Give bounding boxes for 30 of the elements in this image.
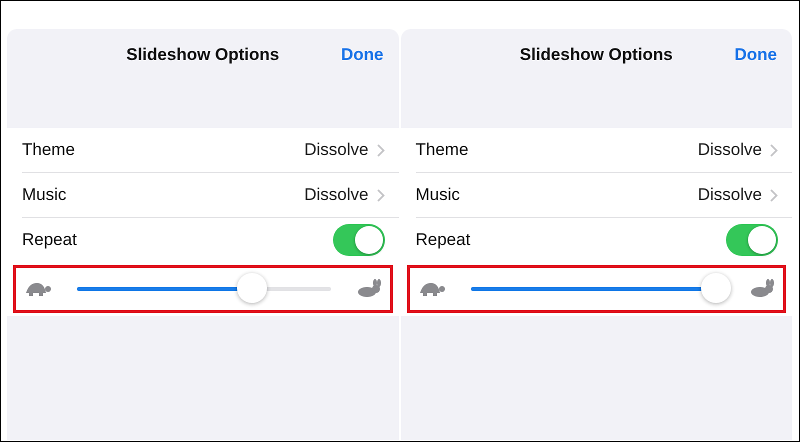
row-label: Theme	[22, 140, 76, 160]
row-value: Dissolve	[304, 185, 368, 205]
done-button[interactable]: Done	[734, 45, 777, 65]
turtle-icon	[24, 280, 52, 298]
rabbit-icon	[356, 279, 382, 299]
rabbit-icon	[749, 279, 775, 299]
row-value: Dissolve	[698, 140, 762, 160]
chevron-icon	[770, 188, 778, 202]
chevron-icon	[376, 144, 384, 156]
settings-row[interactable]: Music Dissolve	[22, 173, 398, 218]
row-label: Theme	[416, 140, 470, 160]
chevron-icon	[376, 188, 384, 202]
sheet-title: Slideshow Options	[126, 45, 280, 65]
turtle-icon	[418, 280, 446, 298]
row-label: Repeat	[416, 230, 472, 250]
row-label: Music	[22, 185, 68, 205]
slider-thumb[interactable]	[236, 273, 267, 303]
row-value: Dissolve	[698, 185, 762, 205]
toggle-switch[interactable]	[332, 224, 384, 256]
row-label: Music	[416, 185, 461, 205]
done-button[interactable]: Done	[341, 45, 384, 65]
chevron-icon	[770, 144, 778, 156]
settings-row[interactable]: Music Dissolve	[416, 173, 792, 218]
row-value: Dissolve	[304, 140, 368, 160]
settings-row[interactable]: Theme Dissolve	[22, 128, 398, 173]
toggle-switch[interactable]	[726, 224, 778, 256]
row-label: Repeat	[22, 230, 78, 250]
slider-thumb[interactable]	[701, 273, 732, 303]
settings-row[interactable]: Theme Dissolve	[416, 128, 792, 173]
sheet-title: Slideshow Options	[520, 45, 673, 65]
